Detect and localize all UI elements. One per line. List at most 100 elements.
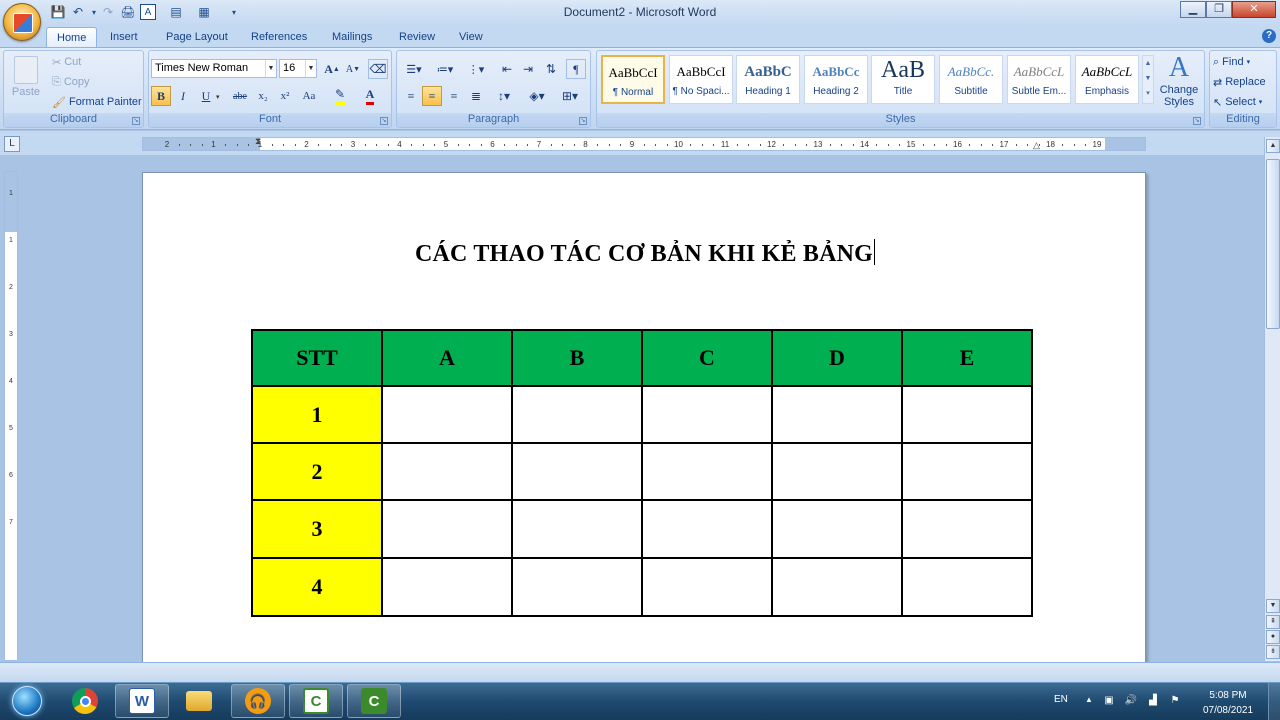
right-indent-icon[interactable]: △	[1033, 140, 1040, 151]
taskbar-explorer[interactable]	[172, 684, 226, 718]
table-cell[interactable]	[511, 442, 643, 501]
subscript-button[interactable]: x₂	[253, 86, 273, 106]
table-header-cell[interactable]: B	[511, 329, 643, 387]
table-cell[interactable]	[381, 442, 513, 501]
restore-button[interactable]: ❐	[1206, 1, 1232, 18]
tab-mailings[interactable]: Mailings	[322, 27, 382, 48]
justify-icon[interactable]: ≣	[466, 86, 486, 106]
table-cell[interactable]	[641, 385, 773, 444]
copy-button[interactable]: ⎘ Copy	[52, 72, 90, 92]
italic-button[interactable]: I	[173, 86, 193, 106]
shrink-font-button[interactable]: A ▼	[343, 59, 363, 79]
select-button[interactable]: ↖ Select ▾	[1213, 92, 1262, 112]
style-subtitle[interactable]: AaBbCc. Subtitle	[939, 55, 1003, 104]
document-page[interactable]: CÁC THAO TÁC CƠ BẢN KHI KẺ BẢNG STT A B …	[142, 172, 1146, 672]
table-cell[interactable]	[771, 557, 903, 617]
prev-page-icon[interactable]: ⇞	[1266, 615, 1280, 629]
font-name-combo[interactable]: Times New Roman ▼	[151, 59, 277, 78]
borders-icon[interactable]: ⊞▾	[556, 86, 584, 106]
font-size-combo[interactable]: 16 ▼	[279, 59, 317, 78]
show-desktop-button[interactable]	[1268, 683, 1280, 720]
superscript-button[interactable]: x²	[275, 86, 295, 106]
table-cell[interactable]	[641, 557, 773, 617]
tray-expand-icon[interactable]: ▲	[1082, 695, 1096, 707]
style-heading-1[interactable]: AaBbC Heading 1	[736, 55, 800, 104]
tab-selector[interactable]: L	[4, 136, 20, 152]
change-styles-button[interactable]: A Change Styles	[1158, 52, 1200, 114]
table-cell[interactable]	[381, 499, 513, 559]
vertical-ruler[interactable]: 1 1 2 3 4 5 6 7	[4, 171, 18, 661]
table-cell[interactable]	[381, 385, 513, 444]
clipboard-launcher-icon[interactable]: ↘	[132, 117, 140, 125]
align-left-icon[interactable]: ≡	[401, 86, 421, 106]
format-painter-button[interactable]: 🖌 Format Painter	[52, 92, 142, 112]
tab-review[interactable]: Review	[389, 27, 445, 48]
bold-button[interactable]: B	[151, 86, 171, 106]
table-cell[interactable]	[511, 499, 643, 559]
cut-button[interactable]: ✂ Cut	[52, 52, 81, 72]
indent-marker-icon[interactable]: ⧗	[255, 136, 264, 150]
show-hide-button[interactable]: ¶	[566, 59, 586, 79]
line-spacing-icon[interactable]: ↕▾	[491, 86, 517, 106]
style-heading-2[interactable]: AaBbCc Heading 2	[804, 55, 868, 104]
tab-insert[interactable]: Insert	[100, 27, 148, 48]
network-icon[interactable]: ▟	[1146, 695, 1160, 707]
close-button[interactable]: ✕	[1232, 1, 1276, 18]
style-no-spacing[interactable]: AaBbCcI ¶ No Spaci...	[669, 55, 733, 104]
table-cell-stt[interactable]: 2	[251, 442, 383, 501]
clear-format-icon[interactable]: ⌫	[368, 59, 388, 79]
taskbar-camtasia-recorder[interactable]: C	[347, 684, 401, 718]
scroll-thumb[interactable]	[1266, 159, 1280, 329]
increase-indent-icon[interactable]: ⇥	[518, 59, 538, 79]
table-cell[interactable]	[901, 557, 1033, 617]
strikethrough-button[interactable]: abe	[229, 86, 251, 106]
style-title[interactable]: AaB Title	[871, 55, 935, 104]
tab-view[interactable]: View	[449, 27, 493, 48]
scroll-down-icon[interactable]: ▼	[1266, 599, 1280, 613]
horizontal-ruler[interactable]: 2 1 1 2 3 4 5 6 7 8 9 10 11 12 13 14 15 16 17 18 19 ⧗ △	[142, 136, 1146, 151]
sort-icon[interactable]: ⇅	[541, 59, 561, 79]
document-heading[interactable]: CÁC THAO TÁC CƠ BẢN KHI KẺ BẢNG	[143, 239, 1147, 268]
table-cell-stt[interactable]: 1	[251, 385, 383, 444]
table-cell[interactable]	[901, 499, 1033, 559]
action-center-icon[interactable]: ⚑	[1168, 695, 1182, 707]
change-case-button[interactable]: Aa	[298, 86, 320, 106]
table-cell[interactable]	[901, 385, 1033, 444]
styles-gallery-scroll[interactable]: ▲ ▼ ▾	[1142, 55, 1154, 104]
paste-button[interactable]: Paste	[8, 54, 44, 110]
tab-home[interactable]: Home	[46, 27, 98, 48]
taskbar-audio-app[interactable]: 🎧	[231, 684, 285, 718]
highlight-icon[interactable]: ✎	[330, 86, 350, 106]
taskbar-camtasia[interactable]: C	[289, 684, 343, 718]
device-icon[interactable]: ▣	[1102, 695, 1116, 707]
minimize-button[interactable]: ▁	[1180, 1, 1206, 18]
table-header-cell[interactable]: D	[771, 329, 903, 387]
table-header-cell[interactable]: E	[901, 329, 1033, 387]
font-launcher-icon[interactable]: ↘	[380, 117, 388, 125]
next-page-icon[interactable]: ⇟	[1266, 645, 1280, 659]
align-center-icon[interactable]: ≡	[422, 86, 442, 106]
taskbar-chrome[interactable]	[58, 684, 112, 718]
table-cell[interactable]	[511, 385, 643, 444]
table-cell[interactable]	[771, 385, 903, 444]
vertical-scrollbar[interactable]: ▲ ▼ ⇞ ● ⇟	[1264, 137, 1280, 661]
table-cell-stt[interactable]: 4	[251, 557, 383, 617]
font-size-dropdown-icon[interactable]: ▼	[305, 60, 316, 77]
volume-icon[interactable]: 🔊	[1124, 695, 1138, 707]
browse-object-icon[interactable]: ●	[1266, 630, 1280, 644]
clock[interactable]: 5:08 PM 07/08/2021	[1196, 688, 1260, 718]
font-name-dropdown-icon[interactable]: ▼	[265, 60, 276, 77]
table-cell[interactable]	[771, 499, 903, 559]
table-cell[interactable]	[771, 442, 903, 501]
paragraph-launcher-icon[interactable]: ↘	[579, 117, 587, 125]
scroll-up-icon[interactable]: ▲	[1266, 139, 1280, 153]
table-header-cell[interactable]: STT	[251, 329, 383, 387]
taskbar-word[interactable]: W	[115, 684, 169, 718]
underline-dropdown-icon[interactable]: ▾	[216, 93, 220, 101]
bullets-icon[interactable]: ☰▾	[401, 59, 427, 79]
start-button[interactable]	[3, 683, 51, 719]
styles-launcher-icon[interactable]: ↘	[1193, 117, 1201, 125]
shading-icon[interactable]: ◈▾	[524, 86, 550, 106]
underline-button[interactable]: U	[196, 86, 216, 106]
office-button[interactable]	[3, 3, 41, 41]
